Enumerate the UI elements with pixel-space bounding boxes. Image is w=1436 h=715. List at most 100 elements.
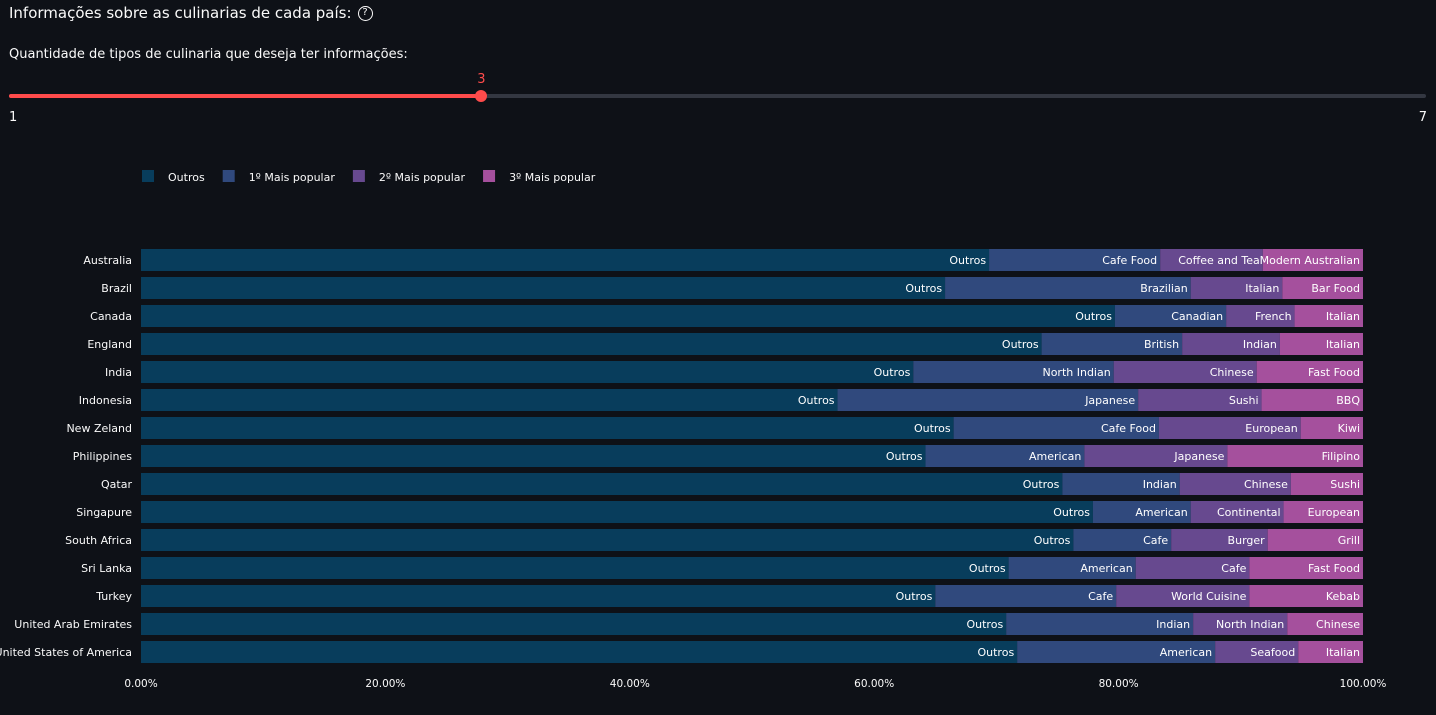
bar-label: Outros <box>1053 506 1090 519</box>
bar-label: Italian <box>1245 282 1279 295</box>
x-tick-label: 40.00% <box>610 678 650 690</box>
bar-label: Outros <box>977 646 1014 659</box>
category-label: New Zeland <box>66 422 132 435</box>
bar-label: World Cuisine <box>1171 590 1246 603</box>
category-label: Turkey <box>95 590 132 603</box>
bar-label: Outros <box>914 422 951 435</box>
legend-swatch <box>483 170 496 182</box>
bar-segment <box>141 613 1007 635</box>
bar-label: Modern Australian <box>1260 254 1360 267</box>
legend-swatch <box>352 170 365 182</box>
category-label: India <box>105 366 132 379</box>
bar-segment <box>141 473 1063 495</box>
bar-label: Outros <box>886 450 923 463</box>
bar-label: Coffee and Tea <box>1178 254 1260 267</box>
category-label: Canada <box>90 310 132 323</box>
bar-label: Outros <box>949 254 986 267</box>
bar-label: Outros <box>874 366 911 379</box>
bar-label: Outros <box>969 562 1006 575</box>
bar-label: French <box>1255 310 1292 323</box>
x-tick-label: 100.00% <box>1340 678 1387 690</box>
x-tick-label: 80.00% <box>1099 678 1139 690</box>
bar-label: Outros <box>798 394 835 407</box>
bar-label: Outros <box>896 590 933 603</box>
bar-segment <box>141 445 926 467</box>
bar-label: Chinese <box>1316 618 1360 631</box>
bar-label: BBQ <box>1336 394 1360 407</box>
bar-label: Filipino <box>1322 450 1361 463</box>
bar-label: North Indian <box>1216 618 1284 631</box>
bar-label: Fast Food <box>1308 562 1360 575</box>
bar-label: Kebab <box>1326 590 1360 603</box>
category-label: Indonesia <box>79 394 132 407</box>
bar-label: Grill <box>1338 534 1360 547</box>
bar-label: British <box>1144 338 1179 351</box>
bar-label: European <box>1308 506 1360 519</box>
category-label: Singapure <box>76 506 132 519</box>
bar-label: Sushi <box>1330 478 1360 491</box>
category-label: Australia <box>83 254 132 267</box>
legend-swatch <box>222 170 235 182</box>
bar-label: Cafe Food <box>1101 422 1156 435</box>
bar-label: Outros <box>1075 310 1112 323</box>
bar-label: Kiwi <box>1338 422 1360 435</box>
bar-label: Outros <box>1023 478 1060 491</box>
bar-segment <box>141 277 946 299</box>
bar-label: Outros <box>1002 338 1039 351</box>
bar-label: American <box>1160 646 1212 659</box>
bar-label: Indian <box>1156 618 1190 631</box>
bar-label: Italian <box>1326 646 1360 659</box>
bar-label: Continental <box>1217 506 1281 519</box>
bar-label: Cafe <box>1088 590 1113 603</box>
bar-label: Japanese <box>1084 394 1135 407</box>
bar-label: American <box>1135 506 1187 519</box>
x-tick-label: 60.00% <box>854 678 894 690</box>
bar-label: European <box>1245 422 1297 435</box>
category-label: United Arab Emirates <box>14 618 132 631</box>
bar-label: North Indian <box>1042 366 1110 379</box>
bar-segment <box>141 557 1009 579</box>
bar-label: Outros <box>966 618 1003 631</box>
category-label: England <box>87 338 132 351</box>
bar-segment <box>141 585 936 607</box>
bar-label: Cafe <box>1221 562 1246 575</box>
bar-segment <box>141 249 990 271</box>
x-tick-label: 20.00% <box>365 678 405 690</box>
bar-segment <box>141 501 1093 523</box>
legend-label: 3º Mais popular <box>509 171 596 184</box>
bar-label: Fast Food <box>1308 366 1360 379</box>
legend-label: Outros <box>168 171 205 184</box>
bar-label: American <box>1029 450 1081 463</box>
bar-segment <box>141 333 1042 355</box>
bar-segment <box>141 389 838 411</box>
bar-label: Italian <box>1326 338 1360 351</box>
x-tick-label: 0.00% <box>124 678 157 690</box>
bar-label: Burger <box>1228 534 1266 547</box>
bar-label: Chinese <box>1210 366 1254 379</box>
legend-label: 1º Mais popular <box>249 171 336 184</box>
category-label: Qatar <box>101 478 132 491</box>
category-label: Brazil <box>101 282 132 295</box>
bar-segment <box>141 361 914 383</box>
bar-label: American <box>1080 562 1132 575</box>
bar-label: Cafe Food <box>1102 254 1157 267</box>
bar-segment <box>141 305 1115 327</box>
bar-label: Outros <box>905 282 942 295</box>
cuisine-stacked-bar-chart: Outros 1º Mais popular 2º Mais popular 3º M… <box>0 170 1387 690</box>
legend-label: 2º Mais popular <box>379 171 466 184</box>
bar-label: Chinese <box>1244 478 1288 491</box>
bar-label: Indian <box>1243 338 1277 351</box>
bar-segment <box>141 529 1074 551</box>
category-label: Philippines <box>73 450 133 463</box>
category-label: South Africa <box>65 534 132 547</box>
bar-label: Japanese <box>1173 450 1224 463</box>
bar-segment <box>141 417 954 439</box>
category-label: United States of America <box>0 646 132 659</box>
legend-swatch <box>142 170 154 182</box>
bar-label: Italian <box>1326 310 1360 323</box>
bar-label: Cafe <box>1143 534 1168 547</box>
bar-label: Bar Food <box>1311 282 1360 295</box>
bar-label: Canadian <box>1171 310 1223 323</box>
bar-label: Indian <box>1143 478 1177 491</box>
category-label: Sri Lanka <box>81 562 132 575</box>
